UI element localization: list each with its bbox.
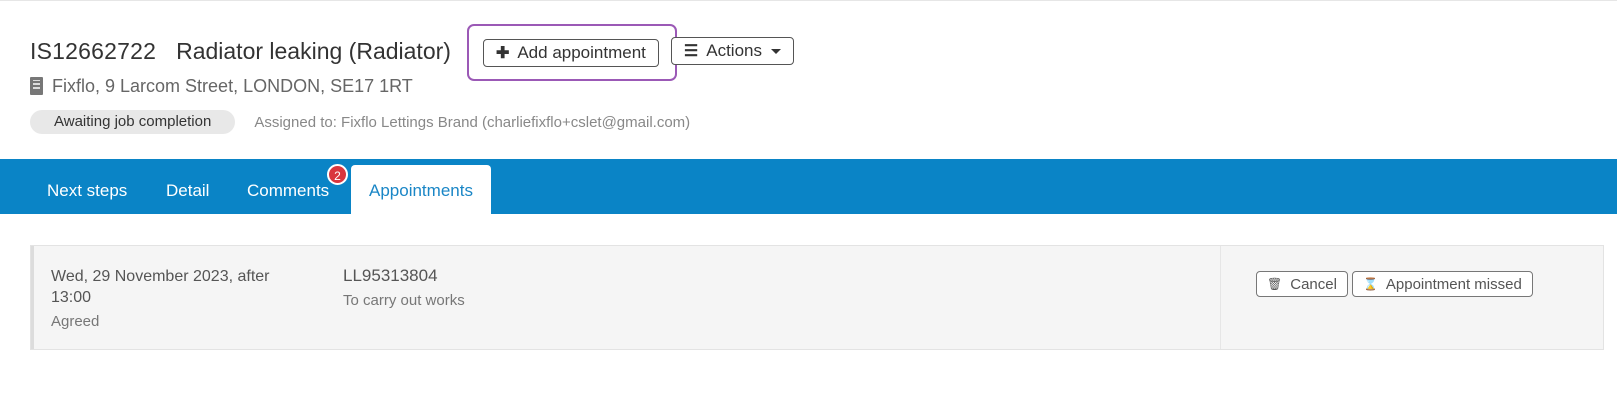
trash-icon: 🗑: [1267, 277, 1283, 291]
tab-appointments[interactable]: Appointments: [351, 165, 491, 214]
building-icon: [30, 77, 43, 95]
tab-next-steps[interactable]: Next steps: [47, 159, 127, 214]
add-appointment-button[interactable]: ✚ Add appointment: [482, 38, 659, 67]
job-header: IS12662722 Radiator leaking (Radiator) ✚…: [30, 23, 1590, 134]
appointment-missed-label: Appointment missed: [1385, 275, 1522, 293]
comments-count-badge: 2: [327, 164, 348, 185]
top-border: [0, 0, 1617, 1]
tab-bar: Next steps Detail Comments 2 Appointment…: [0, 159, 1617, 214]
appointment-status: Agreed: [51, 313, 100, 330]
tab-detail[interactable]: Detail: [166, 159, 209, 214]
job-title: Radiator leaking (Radiator): [176, 37, 451, 64]
address-row: Fixflo, 9 Larcom Street, LONDON, SE17 1R…: [30, 74, 1590, 98]
appointment-purpose: To carry out works: [343, 292, 465, 309]
plus-icon: ✚: [495, 44, 510, 62]
appointment-actions: 🗑 Cancel ⌛ Appointment missed: [1256, 271, 1533, 297]
add-appointment-label: Add appointment: [517, 42, 646, 62]
list-icon: ☰: [683, 43, 699, 60]
cancel-appointment-button[interactable]: 🗑 Cancel: [1256, 271, 1348, 297]
job-reference: IS12662722: [30, 37, 157, 64]
title-row: IS12662722 Radiator leaking (Radiator) ✚…: [30, 23, 1590, 81]
actions-dropdown-button[interactable]: ☰ Actions: [670, 37, 794, 65]
appointment-reference: LL95313804: [343, 266, 438, 285]
status-row: Awaiting job completion Assigned to: Fix…: [30, 110, 1590, 134]
hourglass-icon: ⌛: [1362, 277, 1378, 291]
cancel-label: Cancel: [1290, 275, 1337, 293]
appointment-date: Wed, 29 November 2023, after 13:00: [51, 268, 270, 306]
status-badge: Awaiting job completion: [30, 110, 236, 134]
appointment-card: Wed, 29 November 2023, after 13:00 Agree…: [30, 245, 1604, 350]
tab-comments[interactable]: Comments: [247, 159, 329, 214]
add-appointment-highlight: ✚ Add appointment: [466, 23, 677, 81]
card-left-edge: [31, 246, 34, 349]
property-address: Fixflo, 9 Larcom Street, LONDON, SE17 1R…: [52, 75, 413, 96]
assigned-to: Assigned to: Fixflo Lettings Brand (char…: [254, 113, 691, 131]
card-divider: [1220, 246, 1221, 349]
appointment-missed-button[interactable]: ⌛ Appointment missed: [1351, 271, 1533, 297]
actions-label: Actions: [706, 41, 762, 60]
chevron-down-icon: [770, 48, 781, 54]
